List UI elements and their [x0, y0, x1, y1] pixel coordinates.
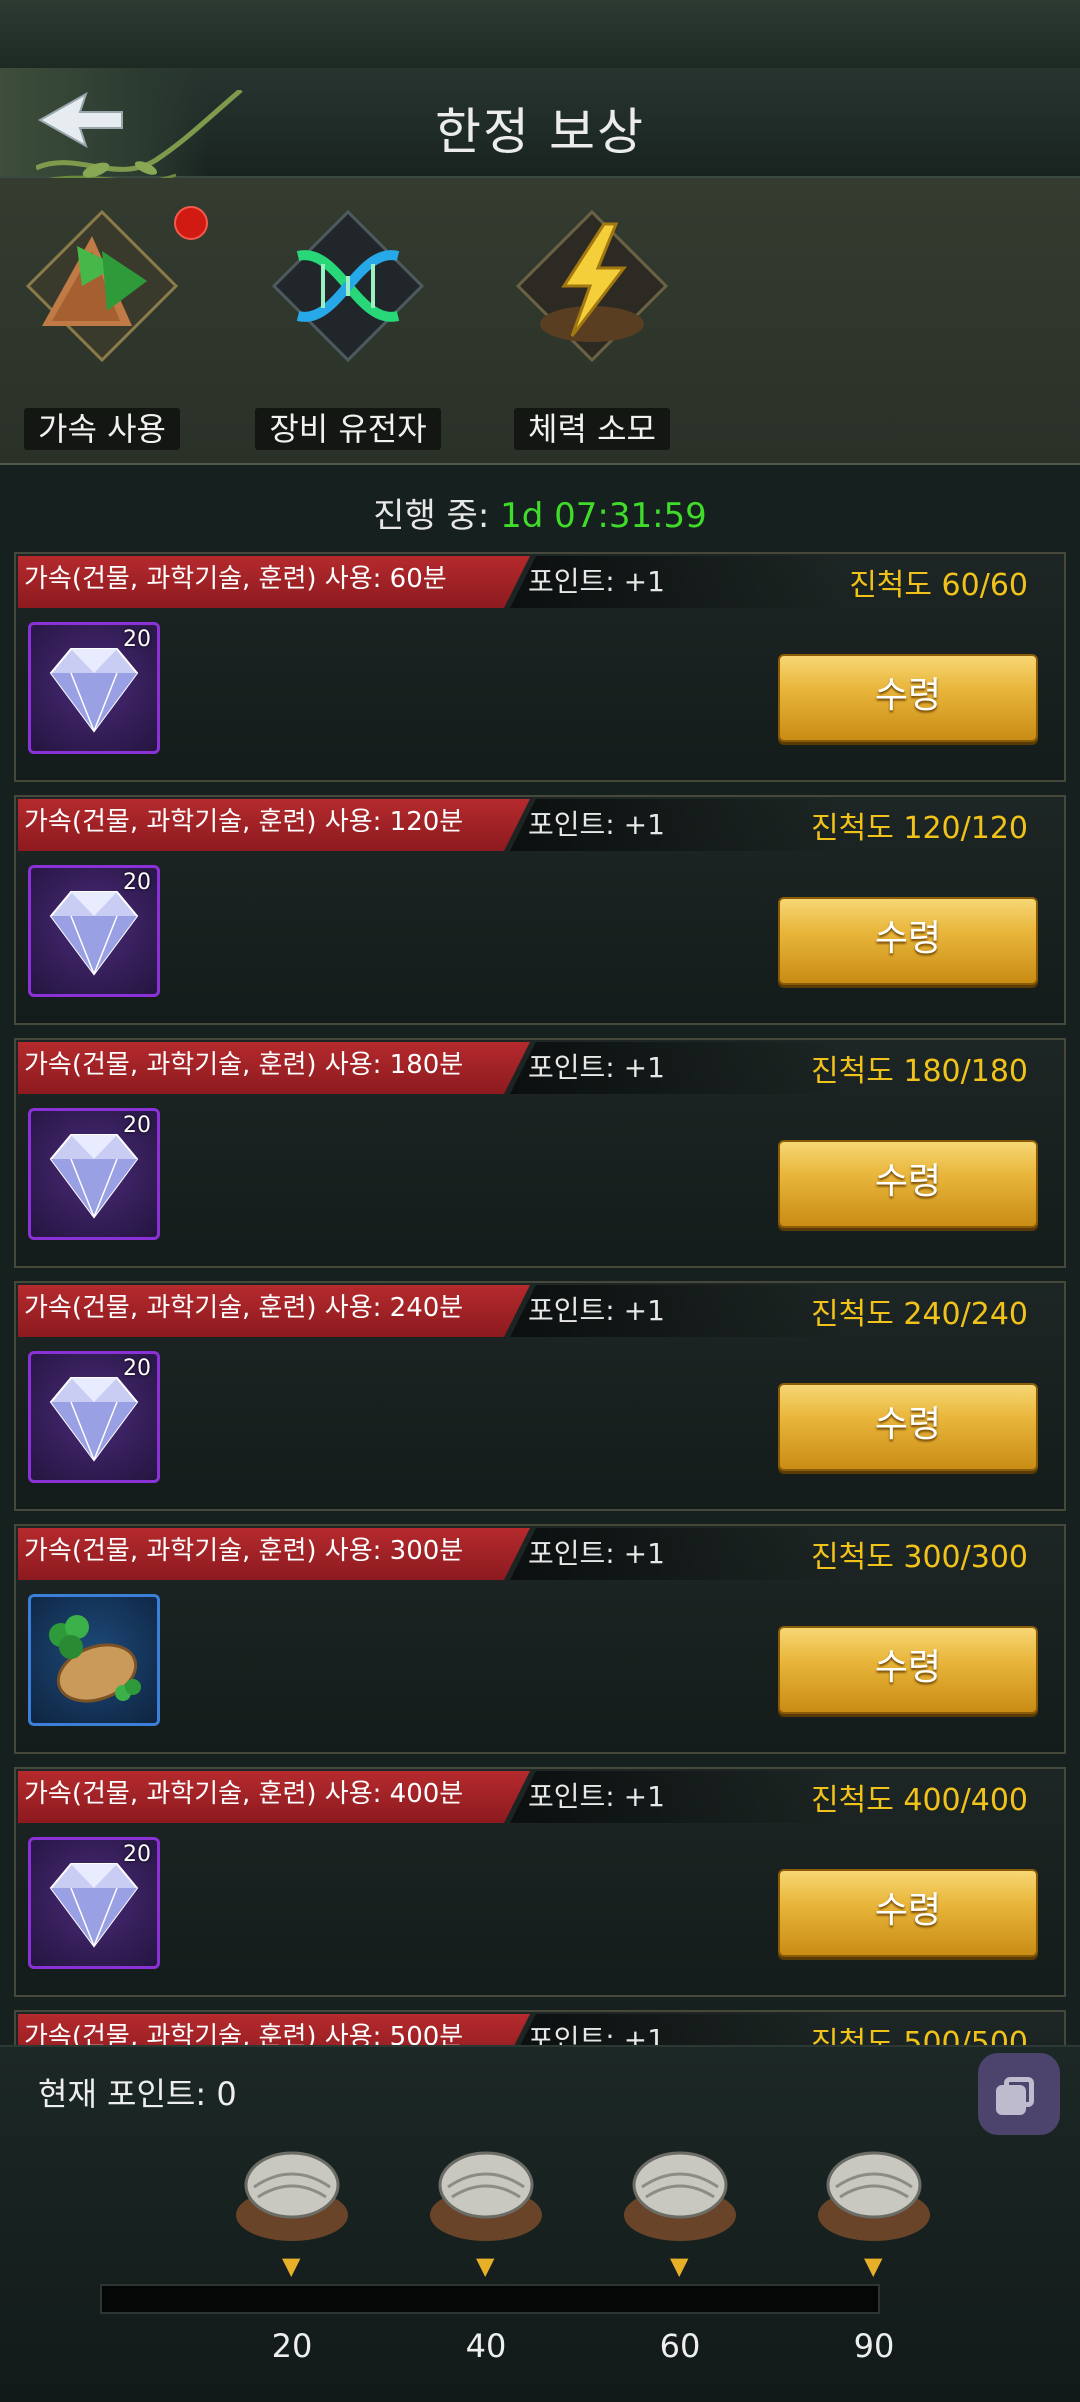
milestone-marker-icon: ▼: [282, 2252, 301, 2280]
task-card: 가속(건물, 과학기술, 훈련) 사용: 300분 포인트: +1 진척도 30…: [14, 1524, 1066, 1754]
task-card: 가속(건물, 과학기술, 훈련) 사용: 500분 포인트: +1 진척도 50…: [14, 2010, 1066, 2045]
oyster-shell-icon: [236, 2151, 348, 2241]
reward-quantity: 20: [123, 1113, 151, 1138]
milestone-reward[interactable]: [814, 2137, 934, 2247]
task-progress: 진척도 240/240: [811, 1297, 1028, 1332]
reward-item[interactable]: [28, 1594, 160, 1726]
reward-item[interactable]: 20: [28, 622, 160, 754]
reward-quantity: 20: [123, 1842, 151, 1867]
task-title: 가속(건물, 과학기술, 훈련) 사용: 60분: [24, 564, 447, 594]
task-title: 가속(건물, 과학기술, 훈련) 사용: 300분: [24, 1536, 464, 1566]
event-timer: 진행 중: 1d 07:31:59: [0, 488, 1080, 537]
window-switch-icon: [996, 2085, 1026, 2115]
reward-quantity: 20: [123, 1356, 151, 1381]
page-title: 한정 보상: [435, 103, 645, 161]
points-progress-bar: [100, 2284, 880, 2314]
tab-speedup[interactable]: 가속 사용: [2, 196, 208, 450]
task-card: 가속(건물, 과학기술, 훈련) 사용: 60분 포인트: +1 진척도 60/…: [14, 552, 1066, 782]
task-points: 포인트: +1: [528, 2023, 665, 2045]
tab-label: 장비 유전자: [255, 408, 441, 450]
milestone-label: 60: [659, 2327, 701, 2365]
task-points: 포인트: +1: [528, 1780, 665, 1813]
oyster-shell-icon: [818, 2151, 930, 2241]
milestone-marker-icon: ▼: [476, 2252, 495, 2280]
task-list[interactable]: 가속(건물, 과학기술, 훈련) 사용: 60분 포인트: +1 진척도 60/…: [0, 550, 1080, 2045]
task-card: 가속(건물, 과학기술, 훈련) 사용: 240분 포인트: +1 진척도 24…: [14, 1281, 1066, 1511]
claim-button[interactable]: 수령: [778, 1140, 1038, 1228]
milestone-marker-icon: ▼: [670, 2252, 689, 2280]
notification-dot: [174, 206, 208, 240]
task-points: 포인트: +1: [528, 808, 665, 841]
points-progress-panel: 현재 포인트: 0 ▼ ▼ ▼ ▼ 20 40 60 90: [0, 2045, 1080, 2402]
claim-button[interactable]: 수령: [778, 897, 1038, 985]
milestone-label: 20: [271, 2327, 313, 2365]
timer-value: 1d 07:31:59: [500, 496, 707, 536]
reward-item[interactable]: 20: [28, 1837, 160, 1969]
task-points: 포인트: +1: [528, 1294, 665, 1327]
reward-item[interactable]: 20: [28, 1108, 160, 1240]
speedup-arrows-icon: [22, 206, 182, 366]
task-points: 포인트: +1: [528, 565, 665, 598]
milestone-reward[interactable]: [232, 2137, 352, 2247]
task-points: 포인트: +1: [528, 1537, 665, 1570]
claim-button[interactable]: 수령: [778, 1383, 1038, 1471]
tab-stamina[interactable]: 체력 소모: [492, 196, 692, 450]
task-points: 포인트: +1: [528, 1051, 665, 1084]
milestone-label: 90: [853, 2327, 895, 2365]
milestone-reward[interactable]: [426, 2137, 546, 2247]
claim-button[interactable]: 수령: [778, 1626, 1038, 1714]
task-card: 가속(건물, 과학기술, 훈련) 사용: 180분 포인트: +1 진척도 18…: [14, 1038, 1066, 1268]
reward-quantity: 20: [123, 627, 151, 652]
tab-label: 가속 사용: [24, 408, 180, 450]
header-bar: 한정 보상: [0, 68, 1080, 183]
task-card: 가속(건물, 과학기술, 훈련) 사용: 120분 포인트: +1 진척도 12…: [14, 795, 1066, 1025]
status-bar-area: [0, 0, 1080, 68]
tab-label: 체력 소모: [514, 408, 670, 450]
task-progress: 진척도 400/400: [811, 1783, 1028, 1818]
floating-window-button[interactable]: [978, 2053, 1060, 2135]
oyster-shell-icon: [430, 2151, 542, 2241]
claim-button[interactable]: 수령: [778, 654, 1038, 742]
dna-icon: [268, 206, 428, 366]
task-progress: 진척도 300/300: [811, 1540, 1028, 1575]
task-title: 가속(건물, 과학기술, 훈련) 사용: 240분: [24, 1293, 464, 1323]
task-progress: 진척도 500/500: [811, 2026, 1028, 2045]
reward-item[interactable]: 20: [28, 1351, 160, 1483]
claim-button[interactable]: 수령: [778, 1869, 1038, 1957]
task-card: 가속(건물, 과학기술, 훈련) 사용: 400분 포인트: +1 진척도 40…: [14, 1767, 1066, 1997]
milestone-reward[interactable]: [620, 2137, 740, 2247]
task-title: 가속(건물, 과학기술, 훈련) 사용: 120분: [24, 807, 464, 837]
task-progress: 진척도 60/60: [849, 568, 1028, 603]
task-progress: 진척도 180/180: [811, 1054, 1028, 1089]
milestone-label: 40: [465, 2327, 507, 2365]
task-title: 가속(건물, 과학기술, 훈련) 사용: 180분: [24, 1050, 464, 1080]
oyster-shell-icon: [624, 2151, 736, 2241]
task-title: 가속(건물, 과학기술, 훈련) 사용: 400분: [24, 1779, 464, 1809]
clover-potato-icon: [49, 1615, 141, 1703]
timer-label: 진행 중:: [373, 496, 490, 536]
task-progress: 진척도 120/120: [811, 811, 1028, 846]
lightning-icon: [512, 206, 672, 366]
task-title: 가속(건물, 과학기술, 훈련) 사용: 500분: [24, 2022, 464, 2045]
reward-quantity: 20: [123, 870, 151, 895]
milestone-marker-icon: ▼: [864, 2252, 883, 2280]
reward-item[interactable]: 20: [28, 865, 160, 997]
tab-equipment-gene[interactable]: 장비 유전자: [248, 196, 448, 450]
current-points: 현재 포인트: 0: [38, 2075, 237, 2113]
category-tabs: 가속 사용 장비 유전자 체력 소모: [0, 178, 1080, 465]
